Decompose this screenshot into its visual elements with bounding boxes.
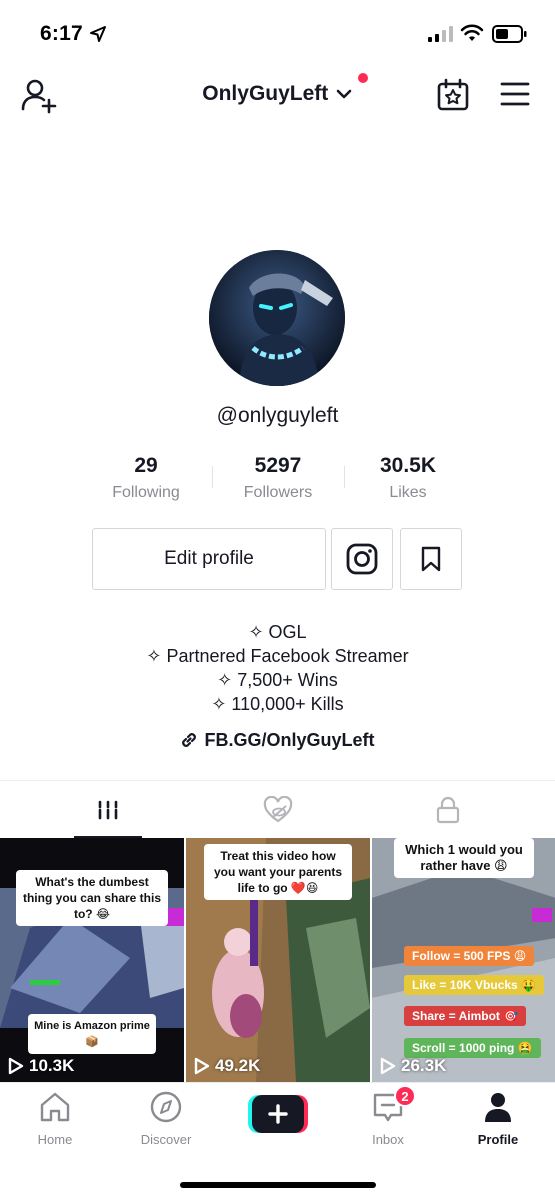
poll-option: Follow = 500 FPS 😩 xyxy=(404,946,535,966)
video-caption: What's the dumbest thing you can share t… xyxy=(16,870,168,926)
video-caption: Which 1 would you rather have 😩 xyxy=(394,838,534,878)
account-switcher[interactable]: OnlyGuyLeft xyxy=(0,82,555,106)
plus-icon xyxy=(248,1095,308,1133)
compass-icon xyxy=(150,1091,182,1123)
stat-value: 29 xyxy=(134,454,158,477)
bio-line: ✧ Partnered Facebook Streamer xyxy=(146,646,409,666)
stat-label: Likes xyxy=(389,484,427,501)
view-count: 49.2K xyxy=(194,1056,260,1076)
video-tile[interactable]: Which 1 would you rather have 😩 Follow =… xyxy=(372,838,555,1082)
profile-header: OnlyGuyLeft xyxy=(0,70,555,120)
hamburger-menu-icon xyxy=(500,82,530,106)
stat-value: 30.5K xyxy=(379,454,437,477)
bio-link-text: FB.GG/OnlyGuyLeft xyxy=(204,730,375,750)
wifi-icon xyxy=(460,24,484,41)
stat-likes[interactable]: 30.5K Likes xyxy=(342,454,474,502)
edit-profile-button[interactable]: Edit profile xyxy=(92,528,326,590)
video-tile[interactable]: Treat this video how you want your paren… xyxy=(186,838,370,1082)
lock-icon xyxy=(436,796,459,824)
menu-button[interactable] xyxy=(499,80,531,108)
poll-option: Scroll = 1000 ping 🤮 xyxy=(404,1038,541,1058)
creator-calendar-button[interactable] xyxy=(436,78,470,112)
stat-value: 5297 xyxy=(254,454,302,477)
view-count-text: 26.3K xyxy=(401,1056,447,1075)
view-count-text: 10.3K xyxy=(29,1056,75,1075)
nav-label: Inbox xyxy=(372,1132,404,1147)
location-arrow-icon xyxy=(90,26,106,42)
notification-dot xyxy=(358,73,368,83)
instagram-button[interactable] xyxy=(331,528,393,590)
play-icon xyxy=(8,1057,24,1075)
avatar[interactable] xyxy=(209,250,345,386)
poll-option: Like = 10K Vbucks 🤑 xyxy=(404,975,544,995)
bio-line: ✧ OGL xyxy=(248,622,307,642)
favorites-button[interactable] xyxy=(400,528,462,590)
home-icon xyxy=(40,1092,70,1122)
stat-label: Followers xyxy=(243,484,313,501)
profile-icon xyxy=(485,1093,511,1122)
nav-label: Profile xyxy=(477,1132,519,1147)
view-count: 10.3K xyxy=(8,1056,74,1076)
play-icon xyxy=(194,1057,210,1075)
video-tile[interactable]: What's the dumbest thing you can share t… xyxy=(0,838,184,1082)
status-time: 6:17 xyxy=(40,22,83,45)
video-grid: What's the dumbest thing you can share t… xyxy=(0,838,555,1082)
video-sub-caption: Mine is Amazon prime 📦 xyxy=(28,1014,156,1054)
hidden-heart-icon xyxy=(263,796,292,823)
link-icon xyxy=(182,733,197,747)
create-button[interactable] xyxy=(248,1095,308,1133)
view-count: 26.3K xyxy=(380,1056,446,1076)
instagram-icon xyxy=(346,543,378,575)
calendar-star-icon xyxy=(437,78,469,111)
poll-option: Share = Aimbot 🎯 xyxy=(404,1006,527,1026)
profile-bio: ✧ OGL ✧ Partnered Facebook Streamer ✧ 7,… xyxy=(0,620,555,716)
video-caption: Treat this video how you want your paren… xyxy=(204,844,352,900)
nav-profile[interactable]: Profile xyxy=(448,1091,548,1147)
stat-followers[interactable]: 5297 Followers xyxy=(212,454,344,502)
tab-liked[interactable] xyxy=(185,781,370,839)
grid-icon xyxy=(98,800,117,820)
chevron-down-icon xyxy=(336,89,352,99)
view-count-text: 49.2K xyxy=(215,1056,261,1075)
home-indicator xyxy=(180,1182,376,1188)
avatar-image xyxy=(209,250,345,386)
tab-private[interactable] xyxy=(355,781,540,839)
nav-inbox[interactable]: 2 Inbox xyxy=(338,1085,438,1147)
cellular-signal-icon xyxy=(428,26,453,42)
profile-tabs xyxy=(0,780,555,838)
stat-label: Following xyxy=(112,484,180,501)
stat-following[interactable]: 29 Following xyxy=(80,454,212,502)
battery-icon xyxy=(492,25,527,43)
status-bar: 6:17 xyxy=(0,0,555,70)
bookmark-icon xyxy=(421,546,441,572)
nav-home[interactable]: Home xyxy=(5,1091,105,1147)
bio-line: ✧ 110,000+ Kills xyxy=(211,694,344,714)
inbox-badge: 2 xyxy=(394,1085,416,1107)
bio-line: ✧ 7,500+ Wins xyxy=(217,670,338,690)
profile-stats: 29 Following 5297 Followers 30.5K Likes xyxy=(80,454,475,514)
play-icon xyxy=(380,1057,396,1075)
tab-videos[interactable] xyxy=(15,781,200,839)
nav-discover[interactable]: Discover xyxy=(116,1091,216,1147)
profile-handle: @onlyguyleft xyxy=(216,404,339,427)
header-username: OnlyGuyLeft xyxy=(202,82,329,105)
bio-link[interactable]: FB.GG/OnlyGuyLeft xyxy=(0,730,555,751)
nav-label: Home xyxy=(37,1132,73,1147)
nav-label: Discover xyxy=(140,1132,192,1147)
